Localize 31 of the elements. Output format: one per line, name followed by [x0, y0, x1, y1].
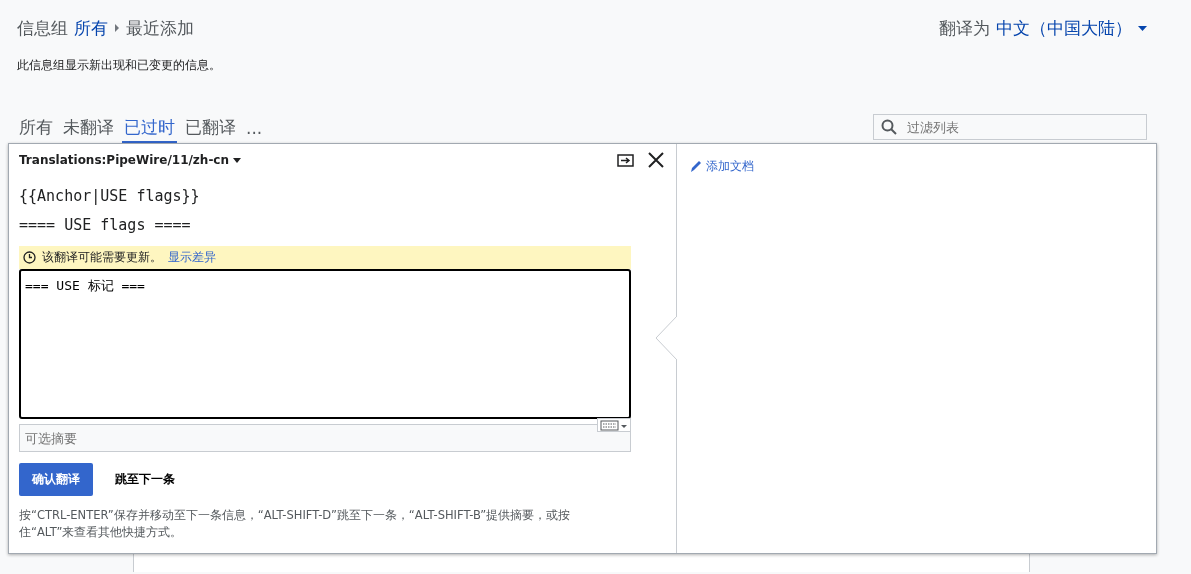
filter-field[interactable]: 过滤列表 [873, 114, 1147, 140]
add-documentation-link[interactable]: 添加文档 [691, 158, 754, 175]
filter-tab[interactable]: 未翻译 [61, 116, 116, 143]
show-diff-link[interactable]: 显示差异 [168, 249, 216, 266]
keyboard-icon[interactable] [597, 418, 631, 432]
language-selector[interactable]: 中文（中国大陆） [996, 16, 1132, 40]
translation-field[interactable]: === USE 标记 === [19, 269, 631, 419]
warning-text: 该翻译可能需要更新。 [42, 249, 162, 266]
shortcut-hint: 按“CTRL-ENTER”保存并移动至下一条信息，“ALT-SHIFT-D”跳至下一条，“ALT-SHIFT-B”提供摘要，或按住“ALT”来查看其他快捷方式。 [19, 507, 572, 541]
caret-icon[interactable] [233, 157, 242, 163]
clock-icon [23, 251, 36, 264]
group-description: 此信息组显示新出现和已变更的信息。 [17, 57, 222, 74]
filter-tab[interactable]: 已翻译 [183, 116, 238, 143]
close-icon[interactable] [648, 152, 664, 168]
page-title-link[interactable]: Translations:PipeWire/11/zh-cn [19, 153, 230, 167]
search-icon [881, 119, 897, 135]
expand-icon[interactable] [617, 153, 634, 167]
language-label: 翻译为 [939, 16, 990, 40]
pencil-icon [691, 161, 701, 172]
summary-field[interactable]: 可选摘要 [19, 424, 631, 452]
confirm-button[interactable]: 确认翻译 [19, 463, 93, 496]
source-text: ==== USE flags ==== [19, 215, 192, 236]
filter-tab[interactable]: 所有 [17, 116, 55, 143]
skip-button[interactable]: 跳至下一条 [115, 471, 175, 488]
breadcrumb-current: 最近添加 [126, 16, 194, 40]
source-text: {{Anchor|USE flags}} [19, 186, 201, 207]
filter-tab[interactable]: ... [244, 116, 265, 143]
caret-icon[interactable] [1138, 25, 1147, 31]
chevron-icon [114, 24, 120, 32]
breadcrumb-link[interactable]: 所有 [74, 16, 108, 40]
breadcrumb-label: 信息组 [17, 16, 68, 40]
